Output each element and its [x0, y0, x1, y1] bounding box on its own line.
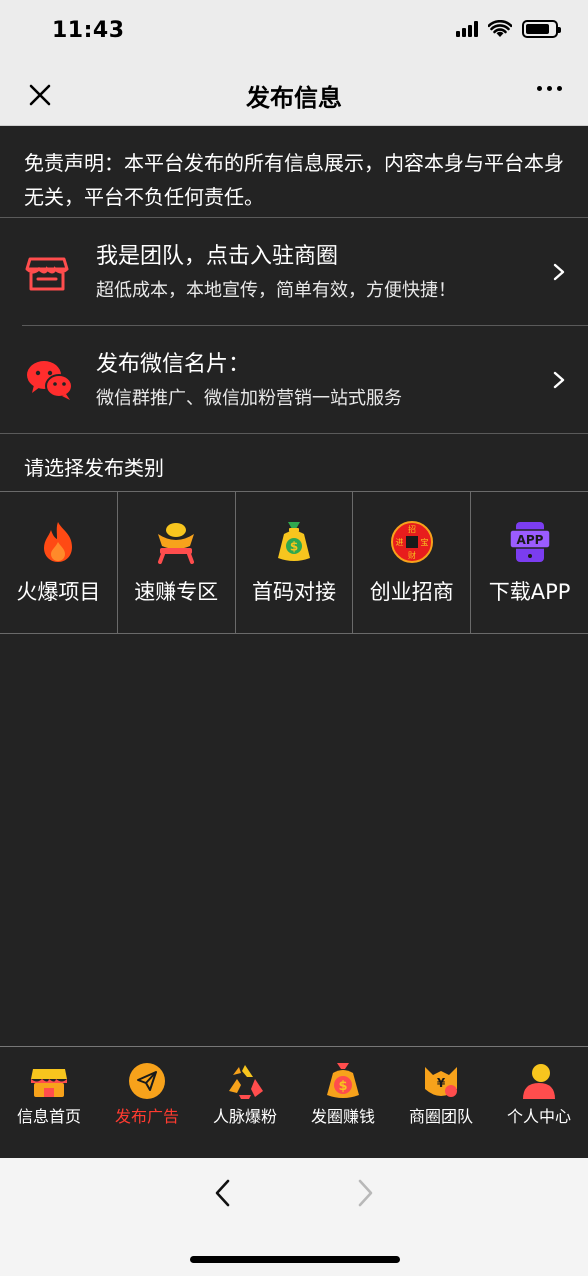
wechat-card-subtitle: 微信群推广、微信加粉营销一站式服务 — [96, 388, 402, 409]
svg-text:财: 财 — [408, 550, 416, 560]
join-team-row[interactable]: 我是团队，点击入驻商圈 超低成本，本地宣传，简单有效，方便快捷！ — [0, 218, 588, 326]
category-business-investment[interactable]: 招 进 宝 财 创业招商 — [353, 492, 472, 633]
money-bag-icon: $ — [327, 1063, 359, 1098]
bottom-tab-bar: 信息首页 发布广告 人脉爆粉 $ 发圈赚钱 ¥ 商圈团队 个人中心 — [0, 1046, 588, 1158]
forward-arrow-icon[interactable] — [354, 1178, 376, 1208]
svg-text:宝: 宝 — [420, 537, 428, 547]
status-bar: 11:43 — [0, 0, 588, 64]
tab-business-team[interactable]: ¥ 商圈团队 — [392, 1047, 490, 1158]
category-grid: 火爆项目 速赚专区 $ 首码对接 招 进 宝 财 创业招商 APP 下载APP — [0, 491, 588, 634]
disclaimer-text: 免责声明：本平台发布的所有信息展示，内容本身与平台本身无关，平台不负任何责任。 — [0, 126, 588, 218]
category-hot-projects[interactable]: 火爆项目 — [0, 492, 118, 633]
tab-label: 信息首页 — [16, 1107, 81, 1126]
tab-share-earn[interactable]: $ 发圈赚钱 — [294, 1047, 392, 1158]
tab-label: 人脉爆粉 — [212, 1107, 277, 1126]
battery-icon — [522, 20, 561, 38]
svg-text:APP: APP — [516, 533, 543, 547]
page-title: 发布信息 — [246, 84, 342, 112]
svg-text:$: $ — [338, 1079, 347, 1094]
category-first-code[interactable]: $ 首码对接 — [236, 492, 354, 633]
shop-icon — [31, 1069, 67, 1097]
svg-text:进: 进 — [395, 538, 403, 547]
fire-icon — [44, 522, 73, 562]
coin-icon: 招 进 宝 财 — [390, 521, 433, 563]
gold-ingot-icon — [158, 523, 195, 564]
svg-text:¥: ¥ — [437, 1076, 446, 1090]
tab-label: 发布广告 — [114, 1107, 179, 1126]
back-arrow-icon[interactable] — [212, 1178, 234, 1208]
browser-toolbar — [0, 1158, 588, 1276]
tab-network-fans[interactable]: 人脉爆粉 — [196, 1047, 294, 1158]
status-icons — [456, 20, 561, 38]
wifi-icon — [488, 20, 512, 37]
tab-publish-ad[interactable]: 发布广告 — [98, 1047, 196, 1158]
category-label: 速赚专区 — [134, 580, 219, 604]
send-icon — [129, 1063, 165, 1099]
category-quick-earn[interactable]: 速赚专区 — [118, 492, 236, 633]
store-icon — [25, 257, 69, 291]
tab-label: 商圈团队 — [408, 1107, 473, 1126]
money-bag-icon: $ — [277, 522, 310, 561]
chevron-right-icon — [553, 263, 565, 281]
app-download-icon: APP — [508, 522, 551, 562]
nav-bar: 发布信息 — [0, 64, 588, 126]
tab-label: 个人中心 — [506, 1107, 571, 1126]
svg-text:$: $ — [290, 540, 298, 554]
status-time: 11:43 — [52, 18, 125, 43]
more-options-icon[interactable] — [537, 86, 562, 91]
wechat-card-row[interactable]: 发布微信名片： 微信群推广、微信加粉营销一站式服务 — [0, 326, 588, 434]
cellular-signal-icon — [456, 21, 478, 37]
chevron-right-icon — [553, 371, 565, 389]
category-label: 创业招商 — [369, 580, 454, 604]
team-icon: ¥ — [425, 1067, 457, 1097]
recycle-icon — [229, 1065, 263, 1099]
tab-info-home[interactable]: 信息首页 — [0, 1047, 98, 1158]
tab-label: 发圈赚钱 — [310, 1107, 375, 1126]
join-team-title: 我是团队，点击入驻商圈 — [96, 244, 339, 269]
category-label: 下载APP — [488, 580, 571, 604]
wechat-icon — [27, 360, 73, 400]
tab-personal-center[interactable]: 个人中心 — [490, 1047, 588, 1158]
home-indicator — [190, 1256, 400, 1263]
category-section-label: 请选择发布类别 — [24, 456, 164, 480]
wechat-card-title: 发布微信名片： — [96, 352, 251, 377]
category-label: 火爆项目 — [16, 580, 101, 604]
category-download-app[interactable]: APP 下载APP — [471, 492, 588, 633]
user-icon — [523, 1064, 555, 1099]
join-team-subtitle: 超低成本，本地宣传，简单有效，方便快捷！ — [96, 280, 456, 301]
category-label: 首码对接 — [251, 580, 336, 604]
svg-text:招: 招 — [408, 524, 416, 534]
